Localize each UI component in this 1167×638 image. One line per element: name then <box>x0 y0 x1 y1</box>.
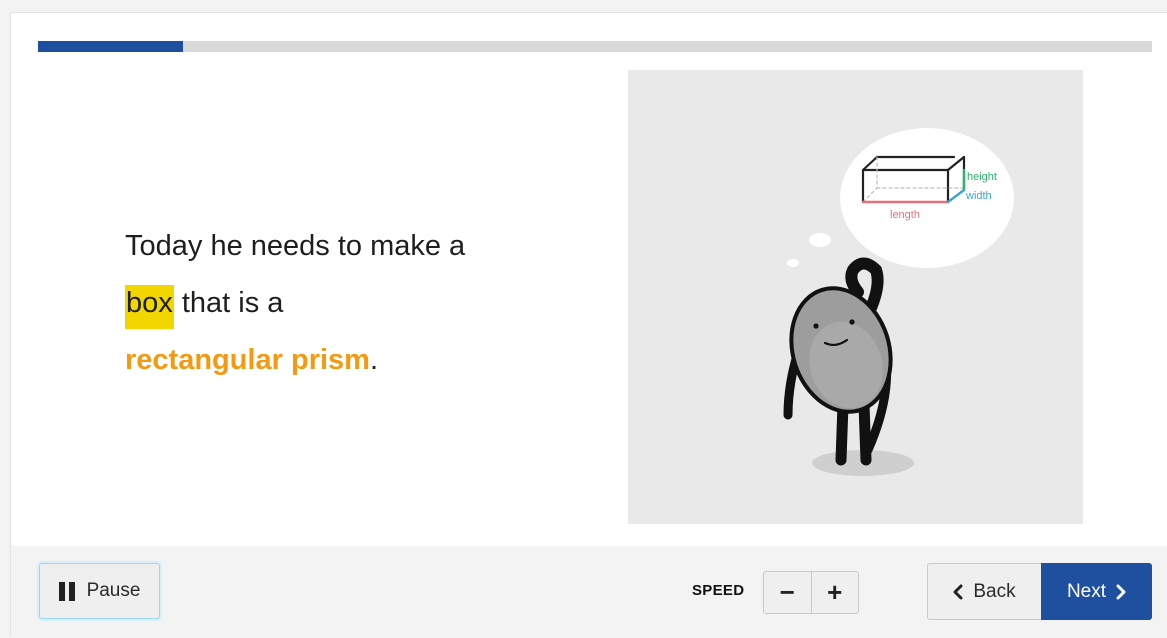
label-height: height <box>967 171 997 183</box>
speed-decrease-button[interactable]: − <box>764 572 811 613</box>
story-line-2: box that is a <box>125 275 565 332</box>
pause-button-label: Pause <box>86 580 141 601</box>
story-illustration: height width length <box>628 70 1083 524</box>
playback-toolbar: Pause SPEED − + Back Next <box>11 546 1167 638</box>
story-period: . <box>369 344 379 376</box>
highlighted-word[interactable]: box <box>125 285 174 329</box>
thought-bubble-dot-large <box>809 233 831 247</box>
character-right-eye <box>849 319 855 325</box>
thought-bubble-dot-small <box>787 259 799 267</box>
story-text: Today he needs to make a box that is a r… <box>125 218 565 389</box>
next-button[interactable]: Next <box>1041 563 1152 620</box>
back-button[interactable]: Back <box>927 563 1041 620</box>
reader-frame: Today he needs to make a box that is a r… <box>10 12 1167 638</box>
chevron-right-icon <box>1116 584 1126 599</box>
vocabulary-term[interactable]: rectangular prism <box>125 344 370 376</box>
label-length: length <box>890 209 920 221</box>
chevron-left-icon <box>953 584 963 599</box>
character-right-leg <box>858 399 872 466</box>
next-button-label: Next <box>1066 580 1107 602</box>
character-figure <box>783 257 914 476</box>
back-button-label: Back <box>973 580 1016 602</box>
progress-bar <box>38 41 1152 52</box>
character-left-eye <box>813 323 819 329</box>
character-thinking-illustration: height width length <box>783 128 1014 476</box>
speed-increase-button[interactable]: + <box>810 572 859 613</box>
label-width: width <box>965 190 992 202</box>
speed-label: SPEED <box>692 582 745 599</box>
story-line-1: Today he needs to make a <box>125 230 466 262</box>
speed-stepper: − + <box>763 571 859 614</box>
pause-icon <box>58 581 75 601</box>
progress-bar-fill <box>38 41 183 52</box>
story-line-3: rectangular prism. <box>125 332 565 389</box>
pause-button[interactable]: Pause <box>39 563 160 619</box>
story-line-2-rest: that is a <box>173 287 284 319</box>
